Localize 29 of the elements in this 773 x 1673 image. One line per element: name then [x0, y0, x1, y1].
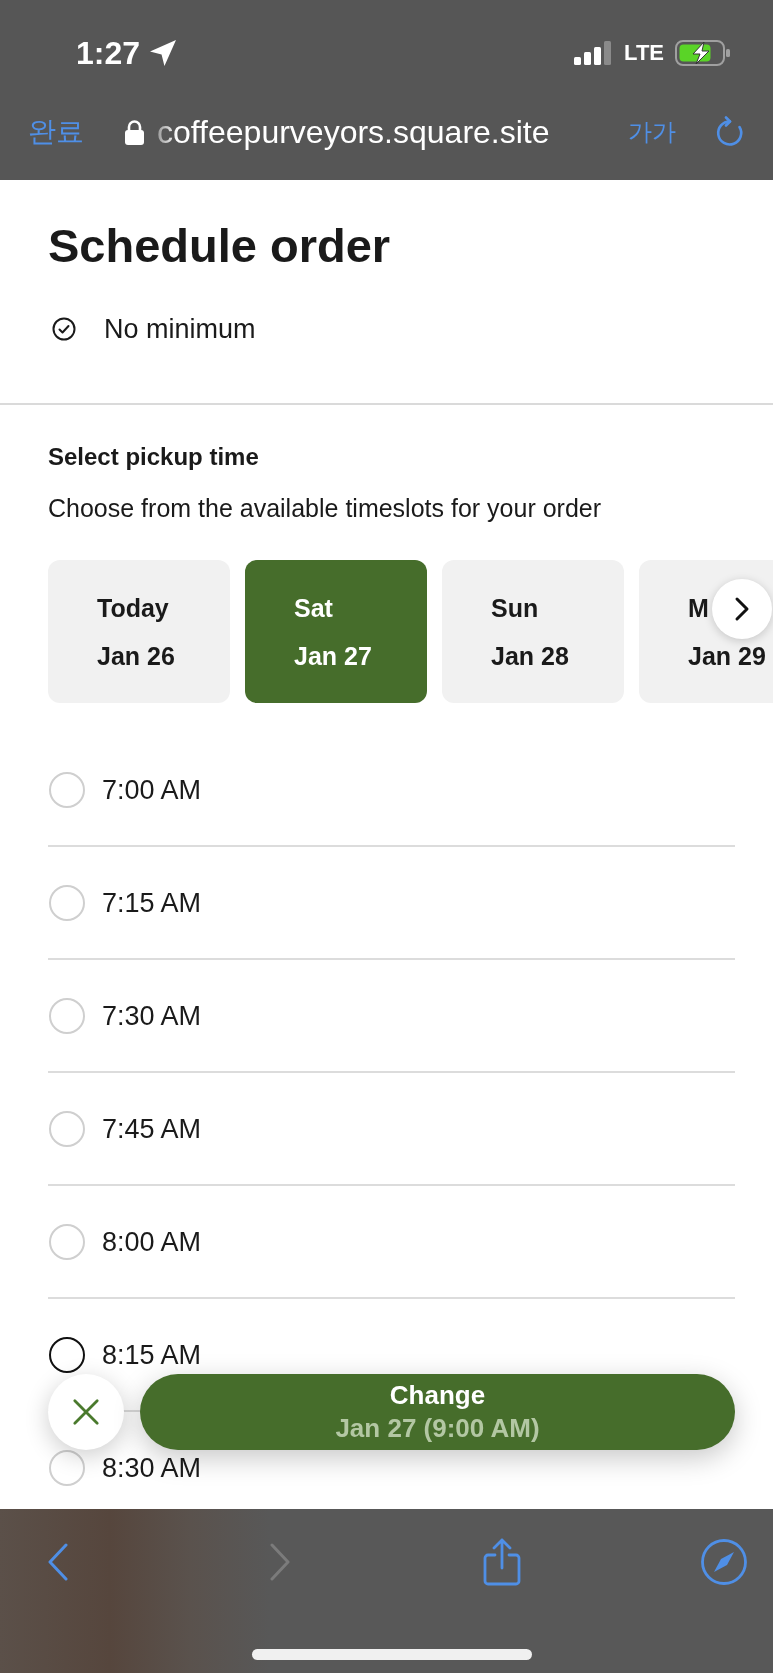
network-label: LTE: [624, 40, 664, 66]
location-arrow-icon: [150, 40, 177, 66]
share-icon[interactable]: [482, 1537, 522, 1587]
close-icon: [72, 1398, 100, 1426]
time-label[interactable]: 8:15 AM: [102, 1344, 202, 1365]
time-label[interactable]: 7:15 AM: [102, 892, 202, 913]
status-time: 1:27: [76, 34, 141, 72]
chevron-right-icon: [734, 596, 750, 622]
url-text[interactable]: coffeepurveyors.square.site: [157, 113, 550, 151]
date-card[interactable]: Sun Jan 28: [442, 560, 624, 703]
signal-icon: [574, 41, 614, 65]
battery-icon: [675, 40, 731, 66]
date-card[interactable]: Sat Jan 27: [245, 560, 427, 703]
compass-icon[interactable]: [701, 1539, 747, 1585]
time-label[interactable]: 7:00 AM: [102, 779, 202, 800]
time-label[interactable]: 8:30 AM: [102, 1457, 202, 1478]
chevron-left-icon[interactable]: [46, 1543, 70, 1581]
minimum-note: No minimum: [104, 313, 256, 345]
page-title: Schedule order: [48, 218, 391, 274]
lock-icon: [124, 118, 145, 146]
time-label[interactable]: 7:30 AM: [102, 1005, 202, 1026]
check-circle-icon: [52, 317, 76, 341]
radio-button[interactable]: [49, 1336, 85, 1373]
time-label[interactable]: 7:45 AM: [102, 1118, 202, 1139]
section-heading: Select pickup time: [48, 442, 259, 472]
time-label[interactable]: 8:00 AM: [102, 1231, 202, 1252]
date-card[interactable]: Today Jan 26: [48, 560, 230, 703]
section-description: Choose from the available timeslots for your order: [48, 493, 602, 523]
change-button[interactable]: Change Jan 27 (9:00 AM): [140, 1374, 735, 1450]
